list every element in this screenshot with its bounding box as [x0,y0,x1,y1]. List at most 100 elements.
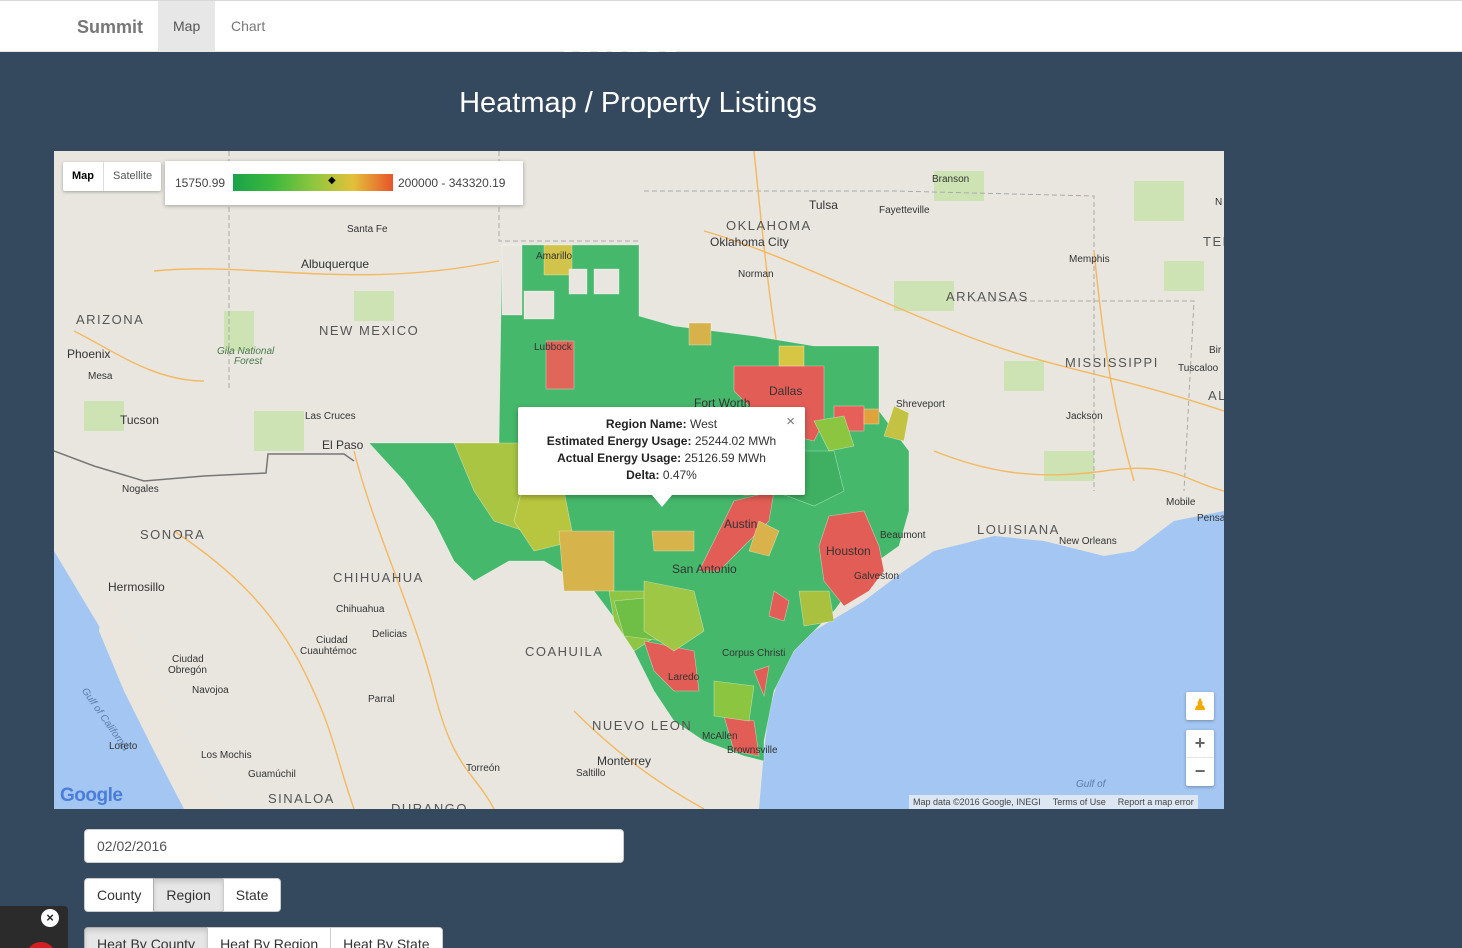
place-label: Oklahoma City [710,235,789,249]
floating-widget: × [0,906,68,948]
popup-delta-row: Delta: 0.47% [518,467,805,484]
place-label: Obregón [168,665,207,676]
place-label: El Paso [322,438,364,452]
state-label: NEW MEXICO [319,323,420,338]
place-label: Chihuahua [336,604,385,615]
state-label: NUEVO LEON [592,718,693,733]
place-label: Laredo [668,672,700,683]
legend-min-label: 15750.99 [175,176,226,190]
close-icon[interactable]: × [41,909,59,927]
state-label: DURANGO [391,801,468,809]
place-label: Albuquerque [301,257,370,271]
record-icon[interactable] [26,942,56,948]
place-label: Dallas [769,384,803,398]
place-label: Navojoa [192,685,229,696]
heat-by-county-button[interactable]: Heat By County [84,927,209,948]
place-label: Corpus Christi [722,648,786,659]
place-label: Parral [368,694,395,705]
popup-region-value: West [689,417,718,431]
state-label: TEN [1203,234,1224,249]
place-label: N [1215,197,1223,208]
place-label: Los Mochis [201,750,252,761]
place-label: Monterrey [597,754,652,768]
place-label: Las Cruces [305,411,356,422]
zoom-in-button[interactable]: + [1186,730,1214,758]
popup-estimated-value: 25244.02 MWh [694,434,777,448]
popup-region-label: Region Name: [605,417,687,431]
granularity-button-group: County Region State [84,878,282,912]
place-label: Fayetteville [879,205,930,216]
state-label: SINALOA [268,791,335,806]
place-label: Tuscaloo [1178,363,1219,374]
place-label: Santa Fe [347,224,388,235]
map-type-control: Map Satellite [63,162,162,191]
place-label: Loreto [109,741,138,752]
state-label: SONORA [140,527,206,542]
zoom-out-button[interactable]: − [1186,758,1214,786]
popup-actual-row: Actual Energy Usage: 25126.59 MWh [518,450,805,467]
place-label: Ciudad [316,635,348,646]
popup-actual-label: Actual Energy Usage: [557,451,682,465]
popup-estimated-label: Estimated Energy Usage: [546,434,692,448]
place-label: Galveston [854,571,900,582]
heatmap-legend: 15750.99 ◆ 200000 - 343320.19 [165,161,523,205]
place-label: Shreveport [896,399,945,410]
report-map-error-link[interactable]: Report a map error [1118,795,1194,809]
place-label: Austin [724,517,758,531]
place-label: Mesa [88,371,113,382]
popup-tail [652,495,672,507]
place-label: San Antonio [672,562,737,576]
heat-by-region-button[interactable]: Heat By Region [207,927,332,948]
place-label: Torreón [466,763,500,774]
map-attribution: Map data ©2016 Google, INEGI Terms of Us… [909,795,1198,809]
state-label: ARIZONA [76,312,145,327]
region-info-popup: × Region Name: West Estimated Energy Usa… [518,407,805,507]
map-type-satellite-button[interactable]: Satellite [104,162,161,191]
heat-by-button-group: Heat By County Heat By Region Heat By St… [84,927,443,948]
state-label: COAHUILA [525,644,604,659]
state-label: MISSISSIPPI [1065,355,1159,370]
state-label: OKLAHOMA [726,218,812,233]
region-button[interactable]: Region [153,878,224,912]
state-label: CHIHUAHUA [333,570,424,585]
date-input[interactable] [84,829,624,863]
nav-chart[interactable]: Chart [216,1,280,52]
page-subtitle: Heatmap / Property Listings [459,87,817,119]
state-button[interactable]: State [222,878,282,912]
place-label: Branson [932,174,970,185]
place-label: Saltillo [576,768,606,779]
state-label: AL [1208,388,1224,403]
legend-gradient-bar: ◆ [233,174,393,191]
popup-region-row: Region Name: West [518,416,805,433]
county-button[interactable]: County [84,878,155,912]
heat-by-state-button[interactable]: Heat By State [330,927,443,948]
zoom-control: + − [1186,730,1214,786]
popup-delta-label: Delta: [626,468,660,482]
state-label: ARKANSAS [946,289,1029,304]
place-label: Houston [826,544,871,558]
map-data-credit: Map data ©2016 Google, INEGI [913,797,1041,807]
place-label: Guamúchil [248,769,296,780]
place-label: Amarillo [536,251,573,262]
place-label: Cuauhtémoc [300,646,357,657]
heatmap-map[interactable]: Branson Tulsa Fayetteville OKLAHOMA Okla… [54,151,1224,809]
nav-map[interactable]: Map [158,1,216,52]
terms-of-use-link[interactable]: Terms of Use [1053,795,1106,809]
pegman-icon[interactable]: ♟ [1186,692,1214,720]
place-label: Memphis [1069,254,1110,265]
place-label: Phoenix [67,347,111,361]
map-type-map-button[interactable]: Map [63,162,104,191]
legend-max-label: 200000 - 343320.19 [398,176,506,190]
place-label: Gulf of [1076,779,1106,790]
place-label: Brownsville [727,745,778,756]
google-logo: Google [60,785,123,806]
close-icon[interactable]: × [786,413,795,430]
place-label: Mobile [1166,497,1196,508]
place-label: Delicias [372,629,408,640]
place-label: Pensa [1197,513,1224,524]
popup-actual-value: 25126.59 MWh [684,451,766,465]
brand-link[interactable]: Summit [77,17,143,38]
place-label: McAllen [702,731,738,742]
popup-estimated-row: Estimated Energy Usage: 25244.02 MWh [518,433,805,450]
place-label: Beaumont [880,530,926,541]
